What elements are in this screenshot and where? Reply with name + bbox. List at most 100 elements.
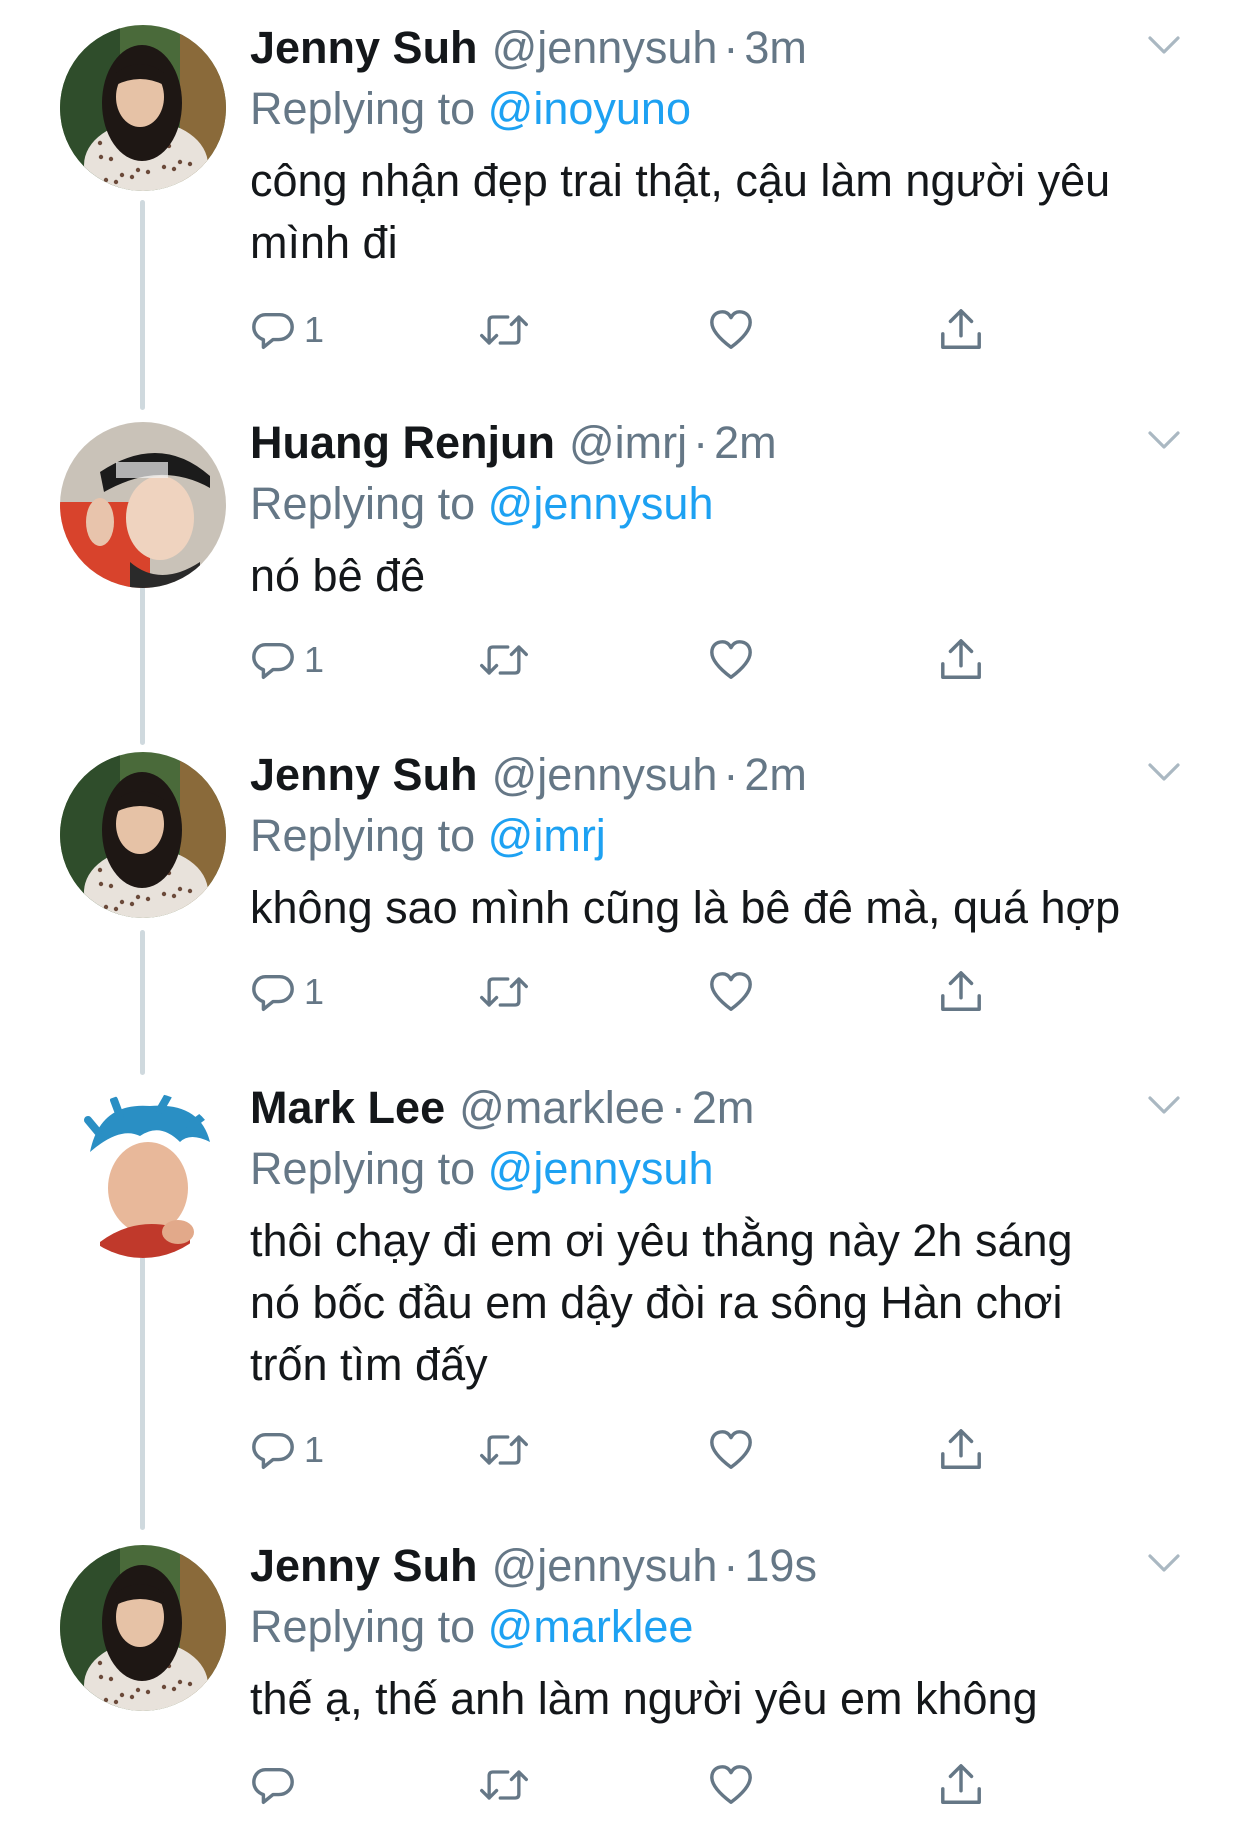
chevron-down-icon[interactable] — [1144, 30, 1184, 60]
retweet-icon — [478, 637, 530, 683]
avatar[interactable] — [60, 1545, 226, 1711]
share-icon — [938, 307, 984, 353]
tweet: Jenny Suh @jennysuh · 3m Replying to @inoyun… — [0, 0, 1242, 350]
display-name[interactable]: Huang Renjun — [250, 411, 555, 475]
reply-icon — [250, 1762, 296, 1808]
chevron-down-icon[interactable] — [1144, 425, 1184, 455]
user-handle[interactable]: @jennysuh — [492, 743, 718, 807]
retweet-icon — [478, 1762, 530, 1808]
share-button[interactable] — [938, 300, 984, 360]
reply-count: 1 — [304, 639, 325, 680]
chevron-down-icon[interactable] — [1144, 1548, 1184, 1578]
reply-button[interactable]: 1 — [250, 630, 324, 690]
avatar[interactable] — [60, 25, 226, 191]
display-name[interactable]: Mark Lee — [250, 1076, 445, 1140]
reply-thread: Jenny Suh @jennysuh · 3m Replying to @inoyun… — [0, 0, 1242, 1838]
separator-dot: · — [723, 22, 739, 73]
replying-to-label: Replying to — [250, 83, 476, 134]
retweet-icon — [478, 969, 530, 1015]
replying-to-handle-link[interactable]: @inoyuno — [488, 83, 691, 134]
like-button[interactable] — [708, 1755, 754, 1815]
display-name[interactable]: Jenny Suh — [250, 16, 478, 80]
tweet: Jenny Suh @jennysuh · 2m Replying to @imrj kh… — [0, 727, 1242, 1057]
share-button[interactable] — [938, 962, 984, 1022]
tweet-header: Mark Lee @marklee · 2m — [250, 1076, 754, 1140]
display-name[interactable]: Jenny Suh — [250, 1534, 478, 1598]
replying-to-handle-link[interactable]: @imrj — [488, 810, 606, 861]
reply-icon — [250, 969, 296, 1015]
tweet: Mark Lee @marklee · 2m Replying to @jennysuh… — [0, 1060, 1242, 1470]
reply-button[interactable] — [250, 1755, 304, 1815]
tweet-actions: 1 — [250, 300, 1010, 360]
like-icon — [708, 1762, 754, 1808]
tweet-text: thế ạ, thế anh làm người yêu em không — [250, 1673, 1038, 1724]
tweet-text: công nhận đẹp trai thật, cậu làm người y… — [250, 155, 1111, 268]
replying-to-label: Replying to — [250, 1601, 476, 1652]
separator-dot: · — [670, 1082, 686, 1133]
separator-dot: · — [693, 417, 709, 468]
retweet-icon — [478, 1427, 530, 1473]
display-name[interactable]: Jenny Suh — [250, 743, 478, 807]
replying-to: Replying to @jennysuh — [250, 1138, 713, 1200]
avatar[interactable] — [60, 1092, 226, 1258]
replying-to-handle-link[interactable]: @jennysuh — [488, 478, 714, 529]
reply-count: 1 — [304, 309, 325, 350]
separator-dot: · — [723, 749, 739, 800]
tweet-header: Jenny Suh @jennysuh · 2m — [250, 743, 807, 807]
avatar[interactable] — [60, 422, 226, 588]
retweet-button[interactable] — [478, 300, 530, 360]
timestamp[interactable]: 2m — [692, 1076, 755, 1140]
like-button[interactable] — [708, 630, 754, 690]
user-handle[interactable]: @marklee — [459, 1076, 665, 1140]
chevron-down-icon[interactable] — [1144, 757, 1184, 787]
user-handle[interactable]: @imrj — [569, 411, 687, 475]
retweet-button[interactable] — [478, 962, 530, 1022]
reply-button[interactable]: 1 — [250, 300, 324, 360]
chevron-down-icon[interactable] — [1144, 1090, 1184, 1120]
tweet-actions: 1 — [250, 962, 1010, 1022]
replying-to: Replying to @marklee — [250, 1596, 693, 1658]
tweet-text: thôi chạy đi em ơi yêu thằng này 2h sáng… — [250, 1215, 1073, 1390]
replying-to-label: Replying to — [250, 478, 476, 529]
share-button[interactable] — [938, 1755, 984, 1815]
retweet-button[interactable] — [478, 1420, 530, 1480]
reply-icon — [250, 637, 296, 683]
retweet-button[interactable] — [478, 630, 530, 690]
reply-button[interactable]: 1 — [250, 962, 324, 1022]
replying-to: Replying to @inoyuno — [250, 78, 691, 140]
like-button[interactable] — [708, 962, 754, 1022]
replying-to-label: Replying to — [250, 810, 476, 861]
replying-to-handle-link[interactable]: @jennysuh — [488, 1143, 714, 1194]
separator-dot: · — [723, 1540, 739, 1591]
tweet: Jenny Suh @jennysuh · 19s Replying to @markl… — [0, 1518, 1242, 1848]
tweet-text: không sao mình cũng là bê đê mà, quá hợp — [250, 882, 1121, 933]
share-icon — [938, 969, 984, 1015]
reply-count: 1 — [304, 1429, 325, 1470]
avatar[interactable] — [60, 752, 226, 918]
replying-to: Replying to @imrj — [250, 805, 606, 867]
like-button[interactable] — [708, 300, 754, 360]
tweet-header: Huang Renjun @imrj · 2m — [250, 411, 777, 475]
timestamp[interactable]: 3m — [744, 16, 807, 80]
replying-to-handle-link[interactable]: @marklee — [488, 1601, 694, 1652]
user-handle[interactable]: @jennysuh — [492, 1534, 718, 1598]
share-button[interactable] — [938, 630, 984, 690]
reply-icon — [250, 1427, 296, 1473]
tweet-actions — [250, 1755, 1010, 1815]
retweet-icon — [478, 307, 530, 353]
reply-count: 1 — [304, 971, 325, 1012]
like-button[interactable] — [708, 1420, 754, 1480]
like-icon — [708, 969, 754, 1015]
share-icon — [938, 1427, 984, 1473]
timestamp[interactable]: 2m — [714, 411, 777, 475]
like-icon — [708, 1427, 754, 1473]
share-icon — [938, 637, 984, 683]
user-handle[interactable]: @jennysuh — [492, 16, 718, 80]
share-button[interactable] — [938, 1420, 984, 1480]
timestamp[interactable]: 19s — [744, 1534, 817, 1598]
reply-button[interactable]: 1 — [250, 1420, 324, 1480]
tweet-actions: 1 — [250, 630, 1010, 690]
retweet-button[interactable] — [478, 1755, 530, 1815]
timestamp[interactable]: 2m — [744, 743, 807, 807]
tweet-header: Jenny Suh @jennysuh · 19s — [250, 1534, 817, 1598]
